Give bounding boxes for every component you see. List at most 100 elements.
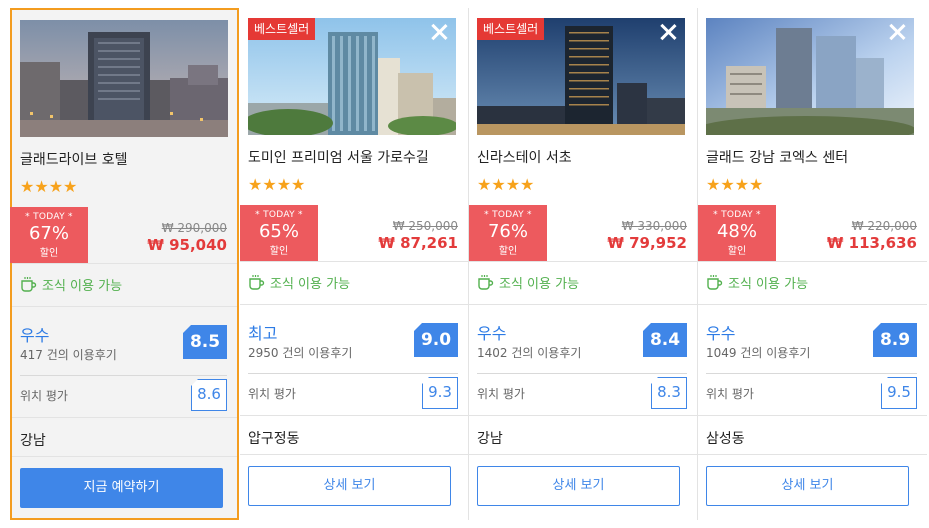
- divider: [20, 375, 227, 376]
- today-label: * TODAY *: [255, 210, 303, 220]
- hotel-area: 강남: [477, 431, 503, 447]
- view-details-button[interactable]: 상세 보기: [248, 466, 451, 506]
- hotel-card[interactable]: 베스트셀러 도미인 프리미엄 서울 가로수길 ★★★★ * TODAY * 65…: [240, 8, 469, 520]
- divider: [12, 456, 237, 457]
- review-score: 9.0: [414, 323, 458, 357]
- today-label: * TODAY *: [25, 212, 73, 222]
- original-price: ₩ 290,000: [161, 221, 227, 235]
- hotel-photo[interactable]: 베스트셀러: [248, 18, 456, 135]
- breakfast-label: 조식 이용 가능: [499, 277, 580, 292]
- divider: [12, 263, 237, 264]
- bestseller-badge: 베스트셀러: [248, 18, 316, 40]
- discount-percent: 76%: [487, 221, 528, 242]
- sale-price: ₩ 87,261: [378, 234, 458, 252]
- breakfast-label: 조식 이용 가능: [42, 279, 123, 294]
- divider: [240, 415, 468, 416]
- breakfast-label: 조식 이용 가능: [728, 277, 809, 292]
- divider: [240, 454, 468, 455]
- hotel-card[interactable]: 베스트셀러 신라스테이 서초 ★★★★ * TODAY * 76% 할인 ₩ 3…: [469, 8, 698, 520]
- divider: [12, 417, 237, 418]
- location-score: 8.6: [190, 378, 227, 411]
- location-rating-label: 위치 평가: [20, 389, 68, 403]
- discount-label: 할인: [39, 248, 59, 259]
- hotel-name[interactable]: 글래드라이브 호텔: [20, 149, 128, 169]
- coffee-cup-icon: [21, 277, 37, 292]
- close-icon[interactable]: [428, 21, 450, 43]
- discount-label: 할인: [269, 246, 289, 257]
- coffee-cup-icon: [249, 275, 265, 290]
- star-rating: ★★★★: [20, 177, 78, 196]
- divider: [469, 304, 697, 305]
- sale-price: ₩ 95,040: [147, 236, 227, 254]
- sale-price: ₩ 113,636: [826, 234, 917, 252]
- hotel-area: 압구정동: [248, 431, 300, 447]
- hotel-photo[interactable]: [706, 18, 914, 135]
- divider: [469, 261, 697, 262]
- divider: [240, 304, 468, 305]
- today-label: * TODAY *: [484, 210, 532, 220]
- view-details-button[interactable]: 상세 보기: [477, 466, 680, 506]
- coffee-cup-icon: [707, 275, 723, 290]
- star-rating: ★★★★: [248, 175, 306, 194]
- hotel-photo[interactable]: [20, 20, 228, 137]
- location-score: 8.3: [650, 376, 687, 409]
- review-count[interactable]: 1049 건의 이용후기: [706, 344, 810, 361]
- location-rating-label: 위치 평가: [477, 387, 525, 401]
- discount-label: 할인: [727, 246, 747, 257]
- review-score: 8.9: [873, 323, 917, 357]
- hotel-card[interactable]: 글래드 강남 코엑스 센터 ★★★★ * TODAY * 48% 할인 ₩ 22…: [698, 8, 927, 520]
- coffee-cup-icon: [478, 275, 494, 290]
- divider: [469, 415, 697, 416]
- hotel-comparison-grid: 글래드라이브 호텔 ★★★★ * TODAY * 67% 할인 ₩ 290,00…: [0, 0, 929, 528]
- divider: [12, 306, 237, 307]
- star-rating: ★★★★: [477, 175, 535, 194]
- breakfast-info: 조식 이용 가능: [706, 273, 808, 292]
- star-rating: ★★★★: [706, 175, 764, 194]
- view-details-button[interactable]: 상세 보기: [706, 466, 909, 506]
- divider: [706, 373, 917, 374]
- divider: [248, 373, 458, 374]
- divider: [477, 373, 687, 374]
- hotel-photo[interactable]: 베스트셀러: [477, 18, 685, 135]
- discount-label: 할인: [498, 246, 518, 257]
- discount-percent: 48%: [716, 221, 757, 242]
- review-grade: 우수: [477, 324, 507, 343]
- divider: [240, 261, 468, 262]
- breakfast-info: 조식 이용 가능: [20, 275, 122, 294]
- divider: [698, 454, 927, 455]
- book-now-button[interactable]: 지금 예약하기: [20, 468, 223, 508]
- review-count[interactable]: 2950 건의 이용후기: [248, 344, 352, 361]
- hotel-photo-image: [706, 18, 914, 135]
- breakfast-info: 조식 이용 가능: [248, 273, 350, 292]
- hotel-area: 강남: [20, 433, 46, 449]
- hotel-name[interactable]: 도미인 프리미엄 서울 가로수길: [248, 147, 429, 167]
- discount-badge: * TODAY * 48% 할인: [698, 205, 776, 261]
- close-icon[interactable]: [657, 21, 679, 43]
- location-score: 9.3: [421, 376, 458, 409]
- original-price: ₩ 250,000: [392, 219, 458, 233]
- divider: [469, 454, 697, 455]
- location-rating-label: 위치 평가: [706, 387, 754, 401]
- breakfast-info: 조식 이용 가능: [477, 273, 579, 292]
- discount-badge: * TODAY * 76% 할인: [469, 205, 547, 261]
- hotel-card-selected[interactable]: 글래드라이브 호텔 ★★★★ * TODAY * 67% 할인 ₩ 290,00…: [10, 8, 239, 520]
- location-score: 9.5: [880, 376, 917, 409]
- breakfast-label: 조식 이용 가능: [270, 277, 351, 292]
- discount-percent: 67%: [28, 223, 69, 244]
- hotel-name[interactable]: 글래드 강남 코엑스 센터: [706, 147, 848, 167]
- review-count[interactable]: 1402 건의 이용후기: [477, 344, 581, 361]
- hotel-name[interactable]: 신라스테이 서초: [477, 147, 572, 167]
- review-count[interactable]: 417 건의 이용후기: [20, 346, 117, 363]
- divider: [698, 415, 927, 416]
- discount-badge: * TODAY * 67% 할인: [10, 207, 88, 263]
- close-icon[interactable]: [886, 21, 908, 43]
- review-grade: 우수: [20, 326, 50, 345]
- location-rating-label: 위치 평가: [248, 387, 296, 401]
- hotel-area: 삼성동: [706, 431, 745, 447]
- original-price: ₩ 220,000: [851, 219, 917, 233]
- bestseller-badge: 베스트셀러: [477, 18, 545, 40]
- discount-badge: * TODAY * 65% 할인: [240, 205, 318, 261]
- review-grade: 최고: [248, 324, 278, 343]
- review-grade: 우수: [706, 324, 736, 343]
- sale-price: ₩ 79,952: [607, 234, 687, 252]
